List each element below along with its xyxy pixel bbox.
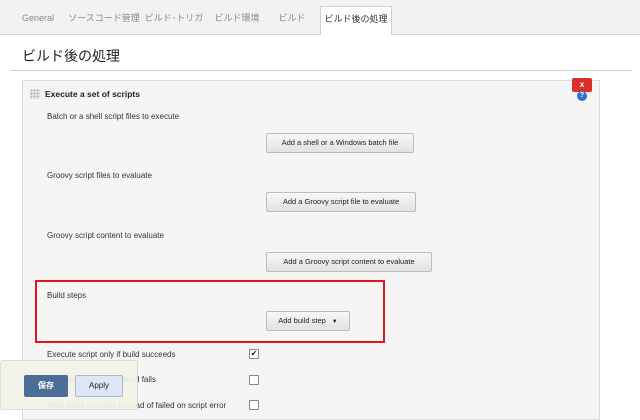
- build-steps-label: Build steps: [47, 291, 87, 300]
- option-only-if-fails-checkbox[interactable]: [249, 375, 259, 385]
- help-icon[interactable]: ?: [577, 91, 587, 101]
- add-build-step-button[interactable]: Add build step ▼: [266, 311, 350, 331]
- shell-script-label: Batch or a shell script files to execute: [47, 112, 180, 121]
- tab-bar: General ソースコード管理 ビルド･トリガ ビルド環境 ビルド ビルド後の…: [0, 0, 640, 35]
- groovy-content-label: Groovy script content to evaluate: [47, 231, 164, 240]
- add-build-step-label: Add build step: [278, 316, 326, 325]
- tab-post-build-actions[interactable]: ビルド後の処理: [320, 6, 392, 35]
- panel-title: Execute a set of scripts: [45, 89, 140, 99]
- chevron-down-icon: ▼: [331, 319, 338, 325]
- groovy-files-label: Groovy script files to evaluate: [47, 171, 152, 180]
- section-divider: [10, 70, 632, 71]
- tab-build[interactable]: ビルド: [270, 6, 314, 32]
- add-groovy-content-button[interactable]: Add a Groovy script content to evaluate: [266, 252, 432, 272]
- tab-build-triggers[interactable]: ビルド･トリガ: [144, 6, 204, 32]
- option-only-if-succeeds-label: Execute script only if build succeeds: [47, 350, 176, 359]
- add-shell-button[interactable]: Add a shell or a Windows batch file: [266, 133, 414, 153]
- option-only-if-succeeds-checkbox[interactable]: ✔: [249, 349, 259, 359]
- tab-source-code-management[interactable]: ソースコード管理: [66, 6, 142, 32]
- add-groovy-file-button[interactable]: Add a Groovy script file to evaluate: [266, 192, 416, 212]
- drag-handle-icon[interactable]: [30, 89, 40, 99]
- apply-button[interactable]: Apply: [75, 375, 123, 397]
- save-button[interactable]: 保存: [24, 375, 68, 397]
- page-title: ビルド後の処理: [22, 48, 120, 64]
- tab-build-environment[interactable]: ビルド環境: [208, 6, 266, 32]
- delete-button[interactable]: x: [572, 78, 592, 92]
- option-mark-unstable-checkbox[interactable]: [249, 400, 259, 410]
- tab-general[interactable]: General: [12, 6, 64, 32]
